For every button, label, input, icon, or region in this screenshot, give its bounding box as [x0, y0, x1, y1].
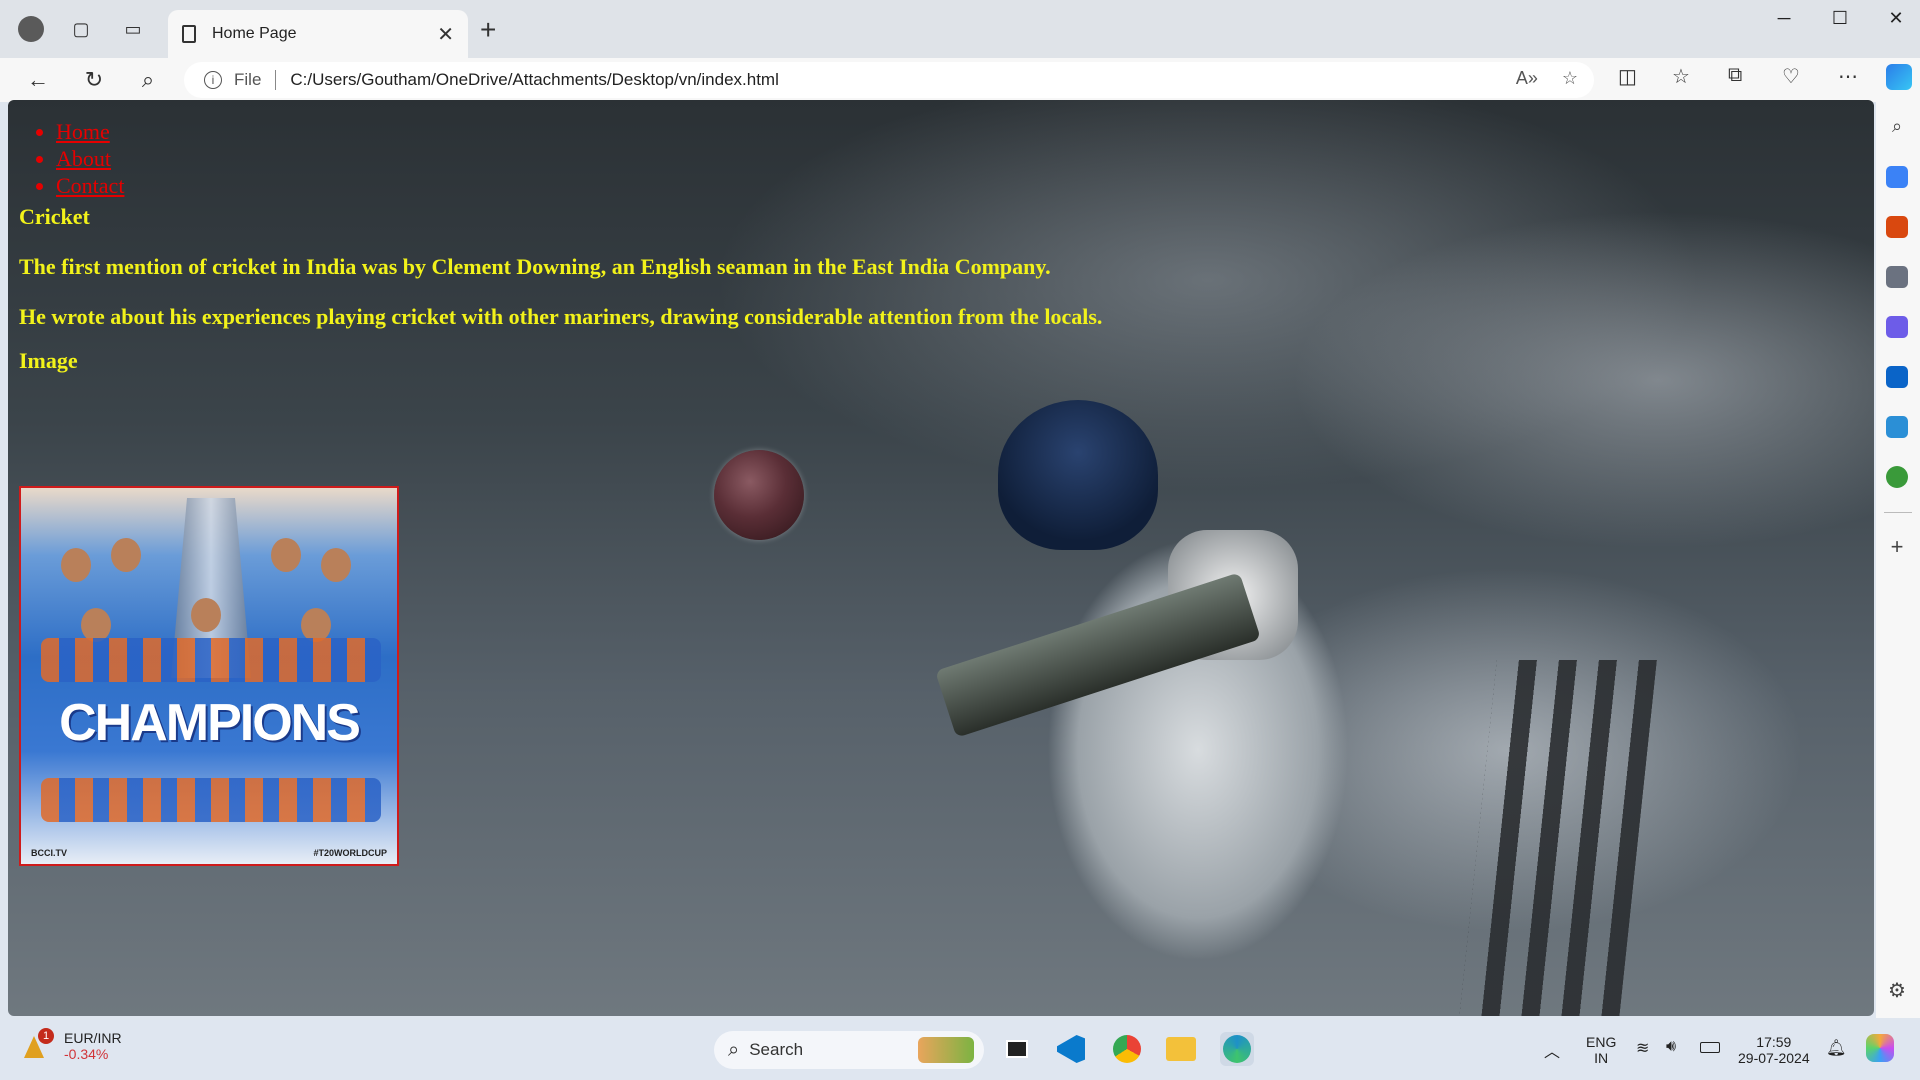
refresh-icon[interactable]: ↻: [78, 64, 110, 96]
address-divider: [275, 70, 277, 90]
clock-time: 17:59: [1756, 1034, 1792, 1050]
vertical-tabs-icon[interactable]: ▭: [118, 14, 148, 44]
players-row: [41, 778, 381, 822]
close-tab-icon[interactable]: ✕: [437, 22, 454, 47]
favorite-star-icon[interactable]: ☆: [1562, 68, 1578, 89]
tools-icon[interactable]: [1886, 216, 1908, 238]
add-sidebar-app-icon[interactable]: +: [1886, 534, 1908, 559]
heading-image: Image: [19, 348, 78, 373]
language-code: ENG: [1586, 1034, 1617, 1050]
profile-icon[interactable]: [16, 14, 46, 44]
close-window-icon[interactable]: ✕: [1876, 8, 1916, 29]
task-view-icon[interactable]: [1000, 1032, 1034, 1066]
player-head: [301, 608, 331, 642]
notifications-icon[interactable]: 🔔︎: [1826, 1038, 1846, 1058]
tree-icon[interactable]: [1886, 466, 1908, 488]
show-hidden-icons[interactable]: ︿: [1544, 1038, 1560, 1062]
wifi-icon[interactable]: ≋: [1636, 1038, 1649, 1058]
edge-icon[interactable]: [1220, 1032, 1254, 1066]
player-head: [271, 538, 301, 572]
outlook-icon[interactable]: [1886, 366, 1908, 388]
nav-link-contact[interactable]: Contact: [56, 173, 124, 198]
nav-link-about[interactable]: About: [56, 146, 111, 171]
search-highlight-icon: [918, 1037, 974, 1063]
poster-caption-right: #T20WORLDCUP: [313, 848, 387, 858]
file-explorer-icon[interactable]: [1164, 1032, 1198, 1066]
heading-cricket: Cricket: [19, 204, 90, 229]
sidebar-settings-icon[interactable]: ⚙: [1886, 978, 1908, 1002]
cricket-ball: [714, 450, 804, 540]
stock-change: -0.34%: [64, 1046, 109, 1062]
player-head: [321, 548, 351, 582]
poster-caption-left: BCCI.TV: [31, 848, 67, 858]
paragraph-1: The first mention of cricket in India wa…: [19, 254, 1051, 279]
search-label: Search: [749, 1040, 804, 1059]
stock-name: EUR/INR: [64, 1030, 122, 1046]
info-icon[interactable]: i: [204, 71, 222, 89]
copilot-taskbar-icon[interactable]: [1866, 1034, 1894, 1062]
vscode-icon[interactable]: [1054, 1032, 1088, 1066]
player-head: [111, 538, 141, 572]
nav-item-home: Home: [56, 118, 124, 145]
send-icon[interactable]: [1886, 416, 1908, 438]
collections-icon[interactable]: ⧉: [1728, 64, 1742, 87]
chrome-icon[interactable]: [1110, 1032, 1144, 1066]
workspaces-icon[interactable]: ▢: [66, 14, 96, 44]
tab-title: Home Page: [212, 25, 297, 42]
address-bar[interactable]: i File C:/Users/Goutham/OneDrive/Attachm…: [184, 62, 1594, 98]
edge-sidebar: ⌕ + ⚙: [1876, 102, 1920, 1018]
language-indicator[interactable]: ENG IN: [1586, 1034, 1616, 1066]
stock-widget[interactable]: 1 EUR/INR -0.34%: [20, 1028, 122, 1062]
site-nav: Home About Contact: [56, 118, 124, 199]
players-row: [41, 638, 381, 682]
page-viewport: Home About Contact Cricket The first men…: [8, 100, 1874, 1016]
search-icon[interactable]: ⌕: [132, 64, 164, 96]
region-code: IN: [1594, 1050, 1609, 1066]
player-head: [61, 548, 91, 582]
read-aloud-icon[interactable]: A»: [1516, 68, 1538, 89]
nav-item-contact: Contact: [56, 172, 124, 199]
copilot-icon[interactable]: [1886, 64, 1912, 90]
more-menu-icon[interactable]: ⋯: [1838, 64, 1858, 89]
microsoft365-icon[interactable]: [1886, 316, 1908, 338]
games-icon[interactable]: [1886, 266, 1908, 288]
browser-essentials-icon[interactable]: ♡: [1782, 64, 1800, 89]
clock-date: 29-07-2024: [1738, 1050, 1810, 1066]
champions-poster-image: CHAMPIONS BCCI.TV #T20WORLDCUP: [19, 486, 399, 866]
helmet: [998, 400, 1158, 550]
battery-icon[interactable]: [1700, 1042, 1720, 1053]
shopping-icon[interactable]: [1886, 166, 1908, 188]
split-screen-icon[interactable]: ◫: [1618, 64, 1637, 89]
scheme-label: File: [234, 70, 262, 89]
page-icon: [182, 25, 196, 43]
nav-link-home[interactable]: Home: [56, 119, 110, 144]
poster-title: CHAMPIONS: [59, 694, 361, 752]
paragraph-2: He wrote about his experiences playing c…: [19, 304, 1103, 329]
player-head: [81, 608, 111, 642]
taskbar-search[interactable]: ⌕ Search: [714, 1031, 984, 1069]
maximize-icon[interactable]: ☐: [1820, 8, 1860, 29]
new-tab-icon[interactable]: +: [480, 14, 496, 46]
browser-toolbar: ← ↻ ⌕ i File C:/Users/Goutham/OneDrive/A…: [0, 58, 1920, 102]
player-head: [191, 598, 221, 632]
address-url[interactable]: C:/Users/Goutham/OneDrive/Attachments/De…: [290, 70, 778, 90]
clock[interactable]: 17:59 29-07-2024: [1738, 1034, 1810, 1066]
sidebar-search-icon[interactable]: ⌕: [1886, 116, 1908, 138]
minimize-icon[interactable]: ─: [1764, 8, 1804, 29]
back-icon[interactable]: ←: [22, 64, 54, 96]
sidebar-divider: [1884, 512, 1912, 513]
browser-titlebar: ▢ ▭ Home Page ✕ + ─ ☐ ✕: [0, 0, 1920, 58]
tab-home-page[interactable]: Home Page ✕: [168, 10, 468, 58]
volume-icon[interactable]: 🔊︎: [1666, 1038, 1676, 1056]
start-windows-icon[interactable]: [664, 1035, 694, 1065]
stock-badge: 1: [38, 1028, 54, 1044]
favorites-icon[interactable]: ☆: [1672, 64, 1690, 89]
search-icon: ⌕: [728, 1038, 740, 1061]
nav-item-about: About: [56, 145, 124, 172]
taskbar: 1 EUR/INR -0.34% ⌕ Search ︿ ENG IN ≋ 🔊︎ …: [0, 1020, 1920, 1080]
